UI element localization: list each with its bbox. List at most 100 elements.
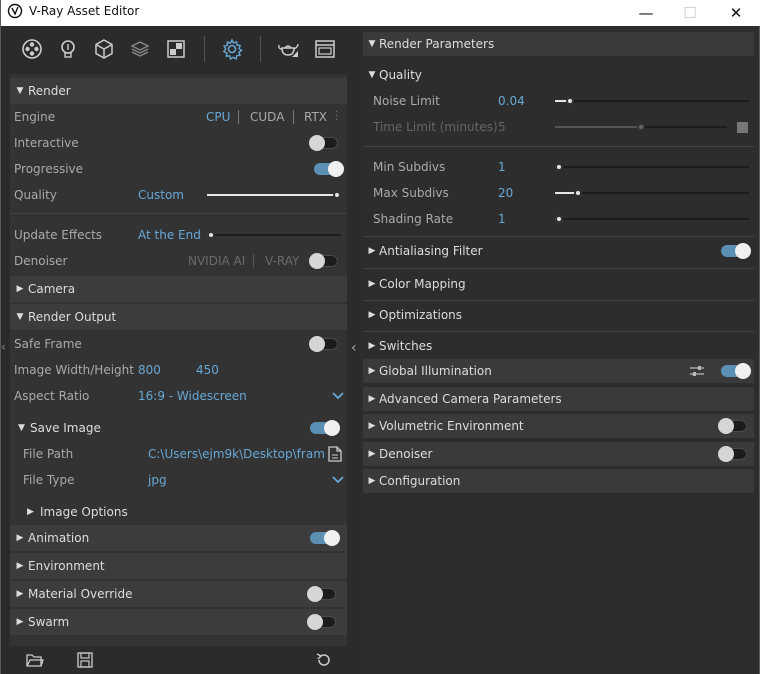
swarm-toggle[interactable]: [307, 614, 336, 630]
geometry-icon[interactable]: [91, 36, 117, 62]
caret-right-icon: ▶: [368, 394, 376, 404]
shading-rate-row: Shading Rate 1: [359, 206, 759, 232]
volumetric-environment-toggle[interactable]: [718, 418, 747, 434]
quality-slider[interactable]: [207, 189, 341, 201]
configuration-header[interactable]: ▶ Configuration: [363, 469, 754, 493]
collapse-left-icon[interactable]: ‹: [1, 340, 6, 354]
image-options-label: Image Options: [40, 505, 128, 519]
material-override-toggle[interactable]: [307, 586, 336, 602]
volumetric-environment-header[interactable]: ▶ Volumetric Environment: [363, 414, 754, 438]
settings-content: ▼ Render Engine CPU CUDA RTX · · · Interac…: [10, 74, 347, 660]
progressive-toggle[interactable]: [314, 161, 344, 177]
swarm-section-header[interactable]: ▶ Swarm: [10, 609, 347, 635]
render-output-section-header[interactable]: ▼ Render Output: [10, 304, 347, 330]
denoiser-header[interactable]: ▶ Denoiser: [363, 442, 754, 466]
noise-limit-slider[interactable]: [555, 95, 749, 107]
adjust-sliders-icon[interactable]: [689, 365, 705, 377]
minimize-button[interactable]: —: [623, 0, 669, 26]
denoiser-toggle[interactable]: [309, 253, 338, 269]
time-limit-slider[interactable]: [555, 121, 727, 133]
quality-label: Quality: [14, 188, 57, 202]
interactive-label: Interactive: [14, 136, 79, 150]
divider: [363, 331, 754, 332]
denoiser-vray-option[interactable]: V-RAY: [265, 254, 299, 268]
safe-frame-toggle[interactable]: [309, 336, 338, 352]
chevron-down-icon[interactable]: [332, 476, 344, 484]
engine-row: Engine CPU CUDA RTX · · ·: [10, 104, 347, 130]
aspect-ratio-select[interactable]: 16:9 - Widescreen: [138, 389, 247, 403]
max-subdivs-slider[interactable]: [555, 187, 749, 199]
interactive-row: Interactive: [10, 130, 347, 156]
frame-buffer-icon[interactable]: [312, 36, 338, 62]
denoiser-render-toggle[interactable]: [718, 446, 747, 462]
engine-cpu-button[interactable]: CPU: [206, 110, 230, 124]
left-panel: ▼ Render Engine CPU CUDA RTX · · · Interac…: [1, 26, 358, 674]
quality-group-header[interactable]: ▼ Quality: [363, 64, 754, 86]
update-effects-value[interactable]: At the End: [138, 228, 201, 242]
animation-section-header[interactable]: ▶ Animation: [10, 525, 347, 551]
min-subdivs-slider[interactable]: [555, 161, 749, 173]
render-section-header[interactable]: ▼ Render: [10, 78, 347, 104]
save-icon[interactable]: [76, 652, 94, 668]
image-options-row[interactable]: ▶ Image Options: [10, 499, 347, 525]
shading-rate-slider[interactable]: [555, 213, 749, 225]
global-illumination-header[interactable]: ▶ Global Illumination: [363, 359, 754, 383]
chevron-down-icon[interactable]: [332, 392, 344, 400]
engine-divider: [293, 110, 294, 124]
render-teapot-icon[interactable]: [275, 36, 301, 62]
engine-cuda-button[interactable]: CUDA: [250, 110, 284, 124]
optimizations-header[interactable]: ▶ Optimizations: [363, 303, 754, 327]
antialiasing-filter-toggle[interactable]: [721, 243, 751, 259]
panel-splitter[interactable]: ‹: [351, 26, 359, 674]
section-label: Color Mapping: [379, 277, 466, 291]
maximize-button[interactable]: ☐: [667, 0, 713, 26]
engine-divider: [238, 110, 239, 124]
save-image-toggle[interactable]: [310, 420, 340, 436]
global-illumination-toggle[interactable]: [721, 363, 751, 379]
switches-header[interactable]: ▶ Switches: [363, 334, 754, 358]
progressive-label: Progressive: [14, 162, 84, 176]
reset-icon[interactable]: [315, 652, 333, 668]
layers-icon[interactable]: [127, 36, 153, 62]
file-browse-icon[interactable]: [328, 446, 342, 462]
lights-icon[interactable]: [55, 36, 81, 62]
file-type-select[interactable]: jpg: [148, 473, 167, 487]
animation-toggle[interactable]: [310, 530, 340, 546]
toolbar-divider: [260, 36, 261, 62]
image-width-input[interactable]: 800: [138, 363, 161, 377]
noise-limit-input[interactable]: 0.04: [498, 94, 525, 108]
max-subdivs-input[interactable]: 20: [498, 186, 513, 200]
materials-icon[interactable]: [19, 36, 45, 62]
min-subdivs-input[interactable]: 1: [498, 160, 506, 174]
save-image-row[interactable]: ▼ Save Image: [10, 415, 347, 441]
engine-rtx-button[interactable]: RTX: [304, 110, 327, 124]
antialiasing-filter-header[interactable]: ▶ Antialiasing Filter: [363, 239, 754, 263]
time-limit-input[interactable]: 5: [498, 120, 506, 134]
image-height-input[interactable]: 450: [196, 363, 219, 377]
more-options-icon[interactable]: · · ·: [335, 108, 338, 126]
bottom-toolbar: [1, 646, 358, 674]
close-button[interactable]: ✕: [713, 0, 759, 26]
section-label: Optimizations: [379, 308, 463, 322]
settings-icon[interactable]: [219, 36, 245, 62]
denoiser-nvidia-option[interactable]: NVIDIA AI: [188, 254, 245, 268]
material-override-section-header[interactable]: ▶ Material Override: [10, 581, 347, 607]
interactive-toggle[interactable]: [309, 135, 338, 151]
open-folder-icon[interactable]: [26, 652, 44, 668]
time-limit-checkbox[interactable]: [737, 122, 748, 133]
camera-section-header[interactable]: ▶ Camera: [10, 276, 347, 302]
render-parameters-header[interactable]: ▼ Render Parameters: [363, 32, 754, 56]
quality-value[interactable]: Custom: [138, 188, 184, 202]
file-path-input[interactable]: C:\Users\ejm9k\Desktop\frame...: [148, 447, 324, 461]
textures-icon[interactable]: [163, 36, 189, 62]
color-mapping-header[interactable]: ▶ Color Mapping: [363, 272, 754, 296]
shading-rate-input[interactable]: 1: [498, 212, 506, 226]
denoiser-label: Denoiser: [14, 254, 68, 268]
collapse-right-panel-icon[interactable]: ‹: [351, 340, 357, 356]
caret-down-icon: ▼: [368, 39, 376, 49]
environment-section-header[interactable]: ▶ Environment: [10, 553, 347, 579]
advanced-camera-parameters-header[interactable]: ▶ Advanced Camera Parameters: [363, 387, 754, 411]
update-effects-slider[interactable]: [207, 229, 341, 241]
time-limit-label: Time Limit (minutes): [373, 120, 498, 134]
section-label: Render Output: [28, 310, 117, 324]
